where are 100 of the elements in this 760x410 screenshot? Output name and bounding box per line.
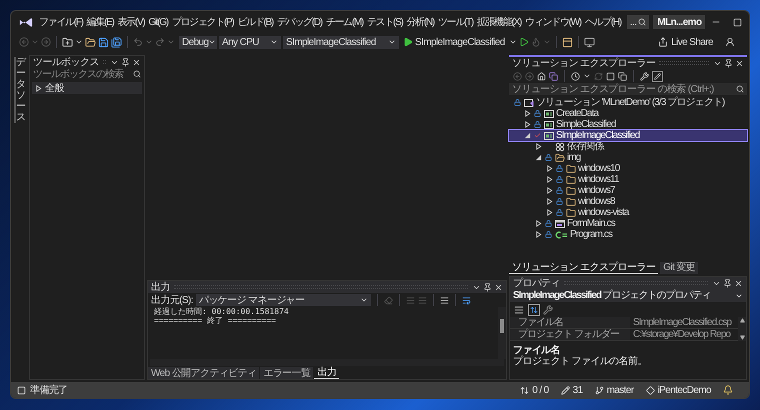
- tree-item[interactable]: ソリューション 'MLnetDemo' (3/3 プロジェクト): [509, 97, 747, 108]
- menu-item[interactable]: Git(G): [146, 16, 170, 28]
- panel-tab[interactable]: エラー一覧: [260, 367, 314, 379]
- changes-button[interactable]: 0 / 0: [520, 384, 549, 396]
- branch-button[interactable]: master: [594, 384, 634, 396]
- triangle-down-icon[interactable]: [535, 154, 542, 161]
- person-icon[interactable]: [725, 37, 735, 47]
- toolbox-group[interactable]: 全般: [32, 82, 142, 94]
- maximize-icon[interactable]: [733, 18, 742, 26]
- run-button[interactable]: SImpleImageClassified: [401, 36, 507, 48]
- menu-item[interactable]: ヘルプ(H): [582, 16, 623, 28]
- tree-item[interactable]: CreateData: [509, 108, 747, 119]
- open-folder-icon[interactable]: [85, 36, 96, 48]
- pencil-icon[interactable]: [652, 70, 663, 82]
- panel-tab[interactable]: Web 公開アクティビティ: [148, 367, 260, 379]
- close-icon[interactable]: [132, 58, 141, 66]
- triangle-right-icon[interactable]: [546, 165, 553, 172]
- menu-item[interactable]: 編集(E): [84, 16, 116, 28]
- window-icon[interactable]: [562, 36, 573, 48]
- menu-item[interactable]: デバッグ(D): [274, 16, 324, 28]
- close-icon[interactable]: [734, 278, 743, 288]
- monitor-icon[interactable]: [584, 36, 595, 48]
- source-dropdown[interactable]: パッケージ マネージャー: [196, 294, 371, 306]
- pin-icon[interactable]: [121, 58, 130, 66]
- menu-item[interactable]: ビルド(B): [235, 16, 275, 28]
- property-value: C:¥storage¥Develop Repo: [632, 329, 730, 340]
- tree-item[interactable]: windows10: [509, 163, 747, 174]
- repository-button[interactable]: iPentecDemo: [646, 384, 711, 396]
- search-field[interactable]: ...: [626, 15, 650, 29]
- search-field[interactable]: ソリューション エクスプローラー の検索 (Ctrl+;): [509, 83, 747, 95]
- save-icon[interactable]: [98, 36, 109, 48]
- menu-item[interactable]: ツール(T): [436, 16, 475, 28]
- close-icon[interactable]: [735, 58, 744, 68]
- new-project-icon[interactable]: [62, 36, 73, 48]
- panel-tab[interactable]: Git 変更: [660, 262, 698, 274]
- object-dropdown[interactable]: SImpleImageClassified プロジェクトのプロパティ: [510, 289, 746, 302]
- triangle-right-icon[interactable]: [546, 198, 553, 205]
- wrench-icon[interactable]: [640, 72, 649, 80]
- edits-button[interactable]: 31: [560, 384, 583, 396]
- panel-tab[interactable]: ソリューション エクスプローラー: [509, 262, 658, 274]
- folder-icon: [566, 174, 576, 184]
- menu-item[interactable]: チーム(M): [324, 16, 365, 28]
- menu-item[interactable]: ファイル(F): [37, 16, 85, 28]
- pin-icon[interactable]: [723, 278, 732, 288]
- triangle-right-icon[interactable]: [546, 176, 553, 183]
- tree-item[interactable]: Program.cs: [509, 229, 747, 240]
- menu-item[interactable]: 表示(V): [116, 16, 146, 28]
- pin-icon[interactable]: [483, 282, 492, 292]
- configuration-dropdown[interactable]: Debug: [179, 36, 217, 48]
- scrollbar[interactable]: [738, 317, 746, 341]
- triangle-down-icon[interactable]: [524, 132, 531, 139]
- home-icon[interactable]: [537, 72, 546, 80]
- tree-item[interactable]: windows11: [509, 174, 747, 185]
- tree-item[interactable]: windows7: [509, 185, 747, 196]
- tree-item[interactable]: SImpleImageClassified: [509, 130, 747, 141]
- play-outline-icon[interactable]: [518, 37, 529, 47]
- tree-item[interactable]: FormMain.cs: [509, 218, 747, 229]
- platform-dropdown[interactable]: Any CPU: [219, 36, 281, 48]
- menu-item[interactable]: プロジェクト(P): [170, 16, 236, 28]
- bell-icon[interactable]: [723, 385, 733, 395]
- categorized-icon[interactable]: [513, 304, 525, 316]
- menu-item[interactable]: 分析(N): [404, 16, 436, 28]
- copy-icon[interactable]: [618, 72, 627, 80]
- property-value: SImpleImageClassified.csp: [632, 317, 732, 328]
- side-tab[interactable]: データソース: [14, 57, 24, 123]
- menu-item[interactable]: 拡張機能(X): [474, 16, 524, 28]
- tree-item[interactable]: img: [509, 152, 747, 163]
- undo-icon[interactable]: [133, 37, 143, 47]
- folder-icon: [566, 208, 576, 218]
- triangle-right-icon[interactable]: [535, 231, 542, 238]
- tree-item[interactable]: windows8: [509, 196, 747, 207]
- play-icon: [403, 37, 413, 47]
- tree-item[interactable]: windows-vista: [509, 207, 747, 218]
- menu-item[interactable]: ウィンドウ(W): [523, 16, 583, 28]
- source-label: 出力元(S):: [151, 294, 193, 306]
- redo-icon[interactable]: [155, 37, 165, 47]
- tree-item[interactable]: SimpleClassified: [509, 119, 747, 130]
- startup-project-dropdown[interactable]: SImpleImageClassified: [283, 36, 399, 48]
- triangle-right-icon[interactable]: [35, 84, 42, 92]
- word-wrap-icon[interactable]: [462, 296, 471, 304]
- triangle-right-icon[interactable]: [546, 187, 553, 194]
- close-icon[interactable]: [494, 282, 503, 292]
- triangle-right-icon[interactable]: [524, 121, 531, 128]
- scrollbar[interactable]: [498, 307, 506, 359]
- triangle-right-icon[interactable]: [546, 209, 553, 216]
- save-all-icon[interactable]: [111, 36, 122, 48]
- clock-icon[interactable]: [571, 72, 580, 80]
- wrench-icon[interactable]: [543, 304, 553, 314]
- caret-icon: [542, 38, 551, 46]
- triangle-right-icon[interactable]: [535, 143, 542, 150]
- share-icon: [658, 37, 668, 47]
- triangle-right-icon[interactable]: [524, 110, 531, 117]
- project-icon: [544, 108, 554, 118]
- panel-tab[interactable]: 出力: [314, 367, 340, 379]
- pin-icon[interactable]: [724, 58, 733, 68]
- sort-icon[interactable]: [528, 304, 540, 316]
- scroll-up-icon: [740, 318, 744, 323]
- triangle-right-icon[interactable]: [535, 220, 542, 227]
- menu-item[interactable]: テスト(S): [364, 16, 404, 28]
- live-share-button[interactable]: Live Share: [658, 36, 713, 48]
